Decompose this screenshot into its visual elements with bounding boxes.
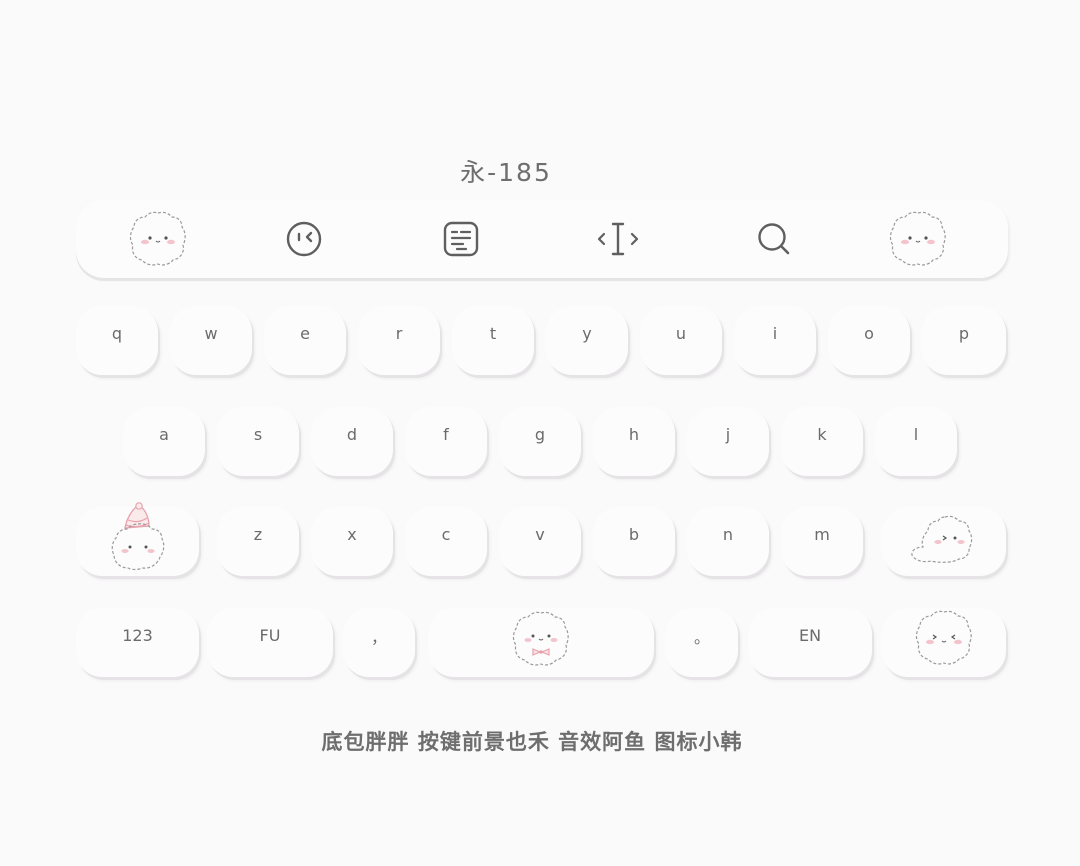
key-label: EN [798, 626, 822, 645]
key-label: u [675, 324, 687, 343]
mascot-party-hat-icon [111, 501, 164, 570]
keyboard-theme-title: 永-185 [460, 158, 552, 187]
key-v[interactable]: v [499, 507, 581, 576]
key-label: q [111, 324, 123, 343]
key-label: h [628, 425, 640, 444]
shift-key[interactable] [76, 501, 199, 576]
key-f[interactable]: f [405, 407, 487, 476]
key-h[interactable]: h [593, 407, 675, 476]
text-cursor-icon [597, 222, 639, 256]
key-s[interactable]: s [217, 407, 299, 476]
numbers-key[interactable]: 123 [76, 608, 199, 677]
toolbar-keyboard-button[interactable] [421, 206, 501, 272]
key-label: w [204, 324, 218, 343]
key-label: t [489, 324, 497, 343]
key-label: l [913, 425, 919, 444]
key-m[interactable]: m [781, 507, 863, 576]
toolbar-search-button[interactable] [734, 206, 814, 272]
delete-key[interactable] [882, 507, 1006, 576]
toolbar-mascot-right[interactable] [878, 206, 958, 272]
key-label: s [253, 425, 263, 444]
key-w[interactable]: w [170, 306, 252, 375]
key-l[interactable]: l [875, 407, 957, 476]
key-o[interactable]: o [828, 306, 910, 375]
period-key[interactable]: 。 [666, 608, 738, 677]
mascot-bowtie-icon [512, 611, 569, 666]
key-label: m [814, 525, 830, 544]
key-x[interactable]: x [311, 507, 393, 576]
key-c[interactable]: c [405, 507, 487, 576]
space-key[interactable] [428, 608, 654, 677]
key-label: 123 [122, 626, 153, 645]
toolbar-emoji-button[interactable] [264, 206, 344, 272]
key-b[interactable]: b [593, 507, 675, 576]
key-r[interactable]: r [358, 306, 440, 375]
search-icon [758, 223, 790, 255]
key-label: 。 [693, 627, 710, 647]
key-u[interactable]: u [640, 306, 722, 375]
key-j[interactable]: j [687, 407, 769, 476]
key-label: k [817, 425, 827, 444]
key-label: c [441, 525, 451, 544]
key-label: x [347, 525, 357, 544]
theme-credits: 底包胖胖 按键前景也禾 音效阿鱼 图标小韩 [321, 730, 743, 754]
key-label: b [628, 525, 640, 544]
key-label: j [725, 425, 731, 444]
key-a[interactable]: a [123, 407, 205, 476]
key-label: f [443, 425, 449, 444]
fu-key[interactable]: FU [207, 608, 333, 677]
key-z[interactable]: z [217, 507, 299, 576]
key-label: ， [370, 627, 387, 647]
key-label: r [395, 324, 403, 343]
key-t[interactable]: t [452, 306, 534, 375]
key-e[interactable]: e [264, 306, 346, 375]
key-y[interactable]: y [546, 306, 628, 375]
mascot-lying-icon [911, 515, 973, 563]
toolbar-mascot-left[interactable] [118, 206, 198, 272]
comma-key[interactable]: ， [343, 608, 415, 677]
key-label: e [300, 324, 310, 343]
key-n[interactable]: n [687, 507, 769, 576]
key-g[interactable]: g [499, 407, 581, 476]
key-label: i [772, 324, 778, 343]
key-p[interactable]: p [922, 306, 1006, 375]
key-label: y [582, 324, 592, 343]
key-q[interactable]: q [76, 306, 158, 375]
toolbar-cursor-button[interactable] [578, 206, 658, 272]
fluffy-mascot-icon [889, 211, 946, 266]
key-label: g [534, 425, 546, 444]
key-label: n [722, 525, 734, 544]
keyboard-toolbar [76, 200, 1008, 278]
fluffy-mascot-icon [129, 211, 186, 266]
fluffy-mascot-icon [915, 610, 972, 665]
key-k[interactable]: k [781, 407, 863, 476]
keyboard-icon [443, 221, 479, 257]
emoji-face-icon [286, 221, 322, 257]
key-d[interactable]: d [311, 407, 393, 476]
key-label: p [958, 324, 970, 343]
key-label: FU [259, 626, 281, 645]
key-label: z [253, 525, 263, 544]
key-label: v [535, 525, 545, 544]
en-key[interactable]: EN [748, 608, 872, 677]
key-label: d [346, 425, 358, 444]
key-i[interactable]: i [734, 306, 816, 375]
enter-key[interactable] [882, 608, 1006, 677]
key-label: o [864, 324, 874, 343]
key-label: a [159, 425, 169, 444]
